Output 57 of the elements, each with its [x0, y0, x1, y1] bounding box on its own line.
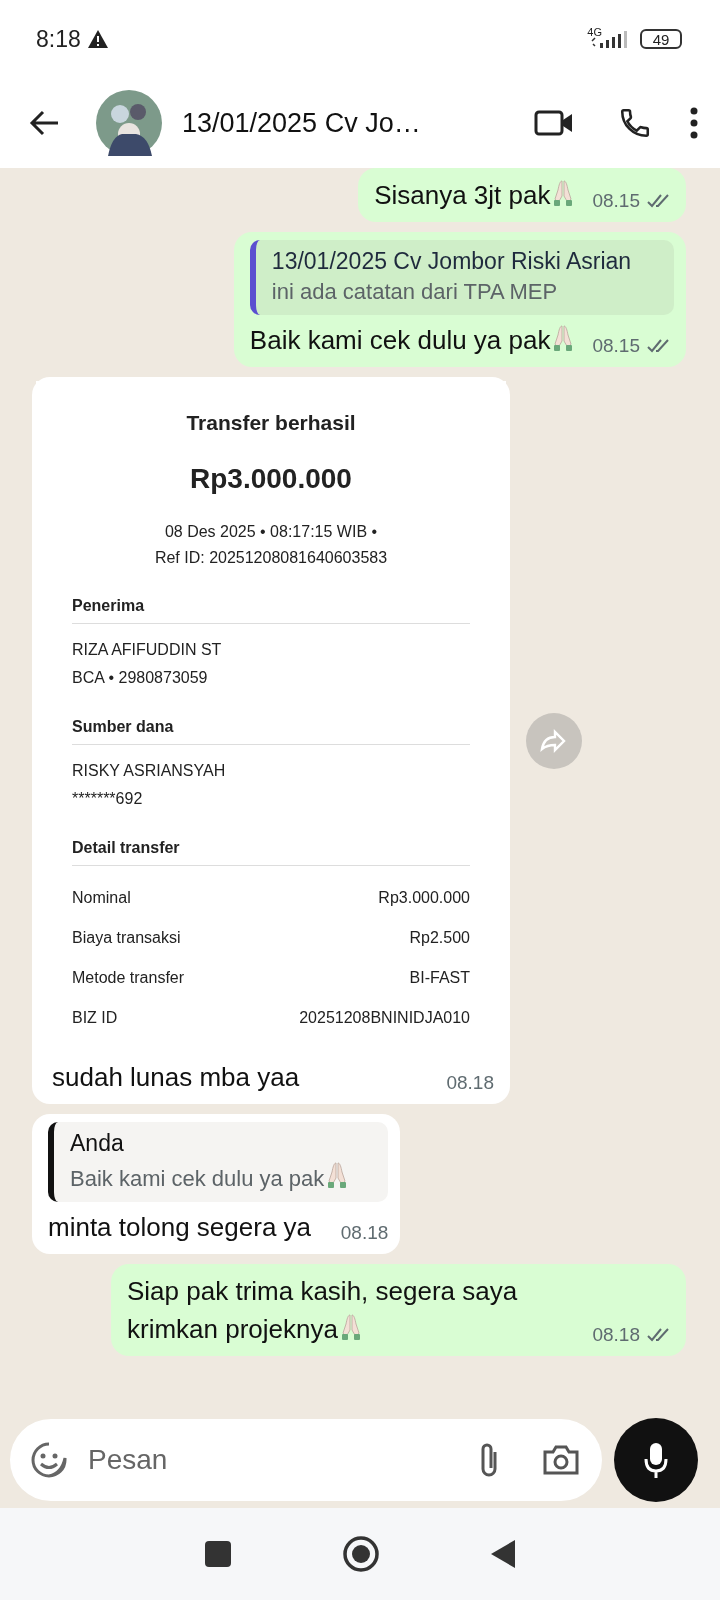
message-field[interactable]: Pesan	[10, 1419, 602, 1501]
message-time: 08.18	[340, 1222, 389, 1244]
receipt-date: 08 Des 2025 • 08:17:15 WIB •	[163, 522, 379, 542]
receipt-ref: Ref ID: 20251208081640603583	[153, 548, 389, 568]
message-text: Baik kami cek dulu ya pak	[249, 321, 575, 359]
microphone-icon	[643, 1441, 669, 1479]
quote-text: Baik kami cek dulu ya pak	[70, 1161, 349, 1192]
detail-value: BI-FAST	[409, 968, 470, 988]
warning-icon	[86, 29, 109, 49]
message-input[interactable]: Pesan	[86, 1443, 458, 1477]
detail-value: Rp2.500	[409, 928, 470, 948]
receipt-text: RIZA AFIFUDDIN ST	[72, 640, 223, 660]
avatar[interactable]	[96, 90, 162, 156]
detail-value: 20251208BNINIDJA010	[299, 1008, 470, 1028]
section-heading: Detail transfer	[72, 839, 470, 866]
network-type: 4G	[587, 26, 602, 38]
praying-hands-icon	[552, 324, 575, 352]
message-text: minta tolong segera ya	[48, 1211, 312, 1244]
quote-author: 13/01/2025 Cv Jombor Riski Asrian	[271, 248, 633, 275]
more-options-button[interactable]	[690, 107, 698, 139]
praying-hands-icon	[326, 1161, 349, 1189]
voice-call-button[interactable]	[618, 106, 652, 140]
receipt-amount: Rp3.000.000	[189, 463, 353, 495]
message-time: 08.15	[592, 190, 640, 212]
quote-author: Anda	[70, 1130, 125, 1157]
message-text: Sisanya 3jt pak	[374, 176, 575, 214]
message-text: sudah lunas mba yaa	[52, 1061, 300, 1094]
detail-value: Rp3.000.000	[378, 888, 470, 908]
detail-label: BIZ ID	[72, 1008, 118, 1028]
section-heading: Sumber dana	[72, 718, 470, 745]
section-heading: Penerima	[72, 597, 470, 624]
detail-label: Nominal	[72, 888, 131, 908]
battery-level: 49	[640, 29, 682, 49]
message-text: Siap pak trima kasih, segera saya krimkan projeknya	[127, 1275, 519, 1346]
praying-hands-icon	[552, 179, 575, 207]
sticker-button[interactable]	[30, 1441, 68, 1479]
detail-label: Biaya transaksi	[72, 928, 181, 948]
chat-title[interactable]: 13/01/2025 Cv Jo…	[182, 107, 506, 139]
receipt-text: BCA • 2980873059	[72, 668, 209, 688]
recent-apps-button[interactable]	[204, 1540, 232, 1568]
receipt-text: RISKY ASRIANSYAH	[72, 761, 227, 781]
back-button[interactable]	[28, 109, 60, 137]
detail-label: Metode transfer	[72, 968, 185, 988]
camera-button[interactable]	[542, 1444, 580, 1476]
praying-hands-icon	[340, 1313, 362, 1341]
home-button[interactable]	[342, 1535, 380, 1573]
message-time: 08.15	[592, 335, 640, 357]
back-nav-button[interactable]	[490, 1539, 516, 1569]
quoted-message[interactable]: Anda Baik kami cek dulu ya pak	[48, 1122, 389, 1202]
clock-time: 8:18	[36, 25, 81, 53]
quote-text: ini ada catatan dari TPA MEP	[271, 279, 559, 305]
quoted-message[interactable]: 13/01/2025 Cv Jombor Riski Asrian ini ada catatan dari TPA MEP	[249, 240, 674, 315]
receipt-title: Transfer berhasil	[185, 411, 357, 435]
message-time: 08.18	[592, 1324, 640, 1346]
video-call-button[interactable]	[534, 109, 574, 137]
receipt-text: *******692	[72, 789, 144, 809]
message-time: 08.18	[446, 1072, 494, 1094]
